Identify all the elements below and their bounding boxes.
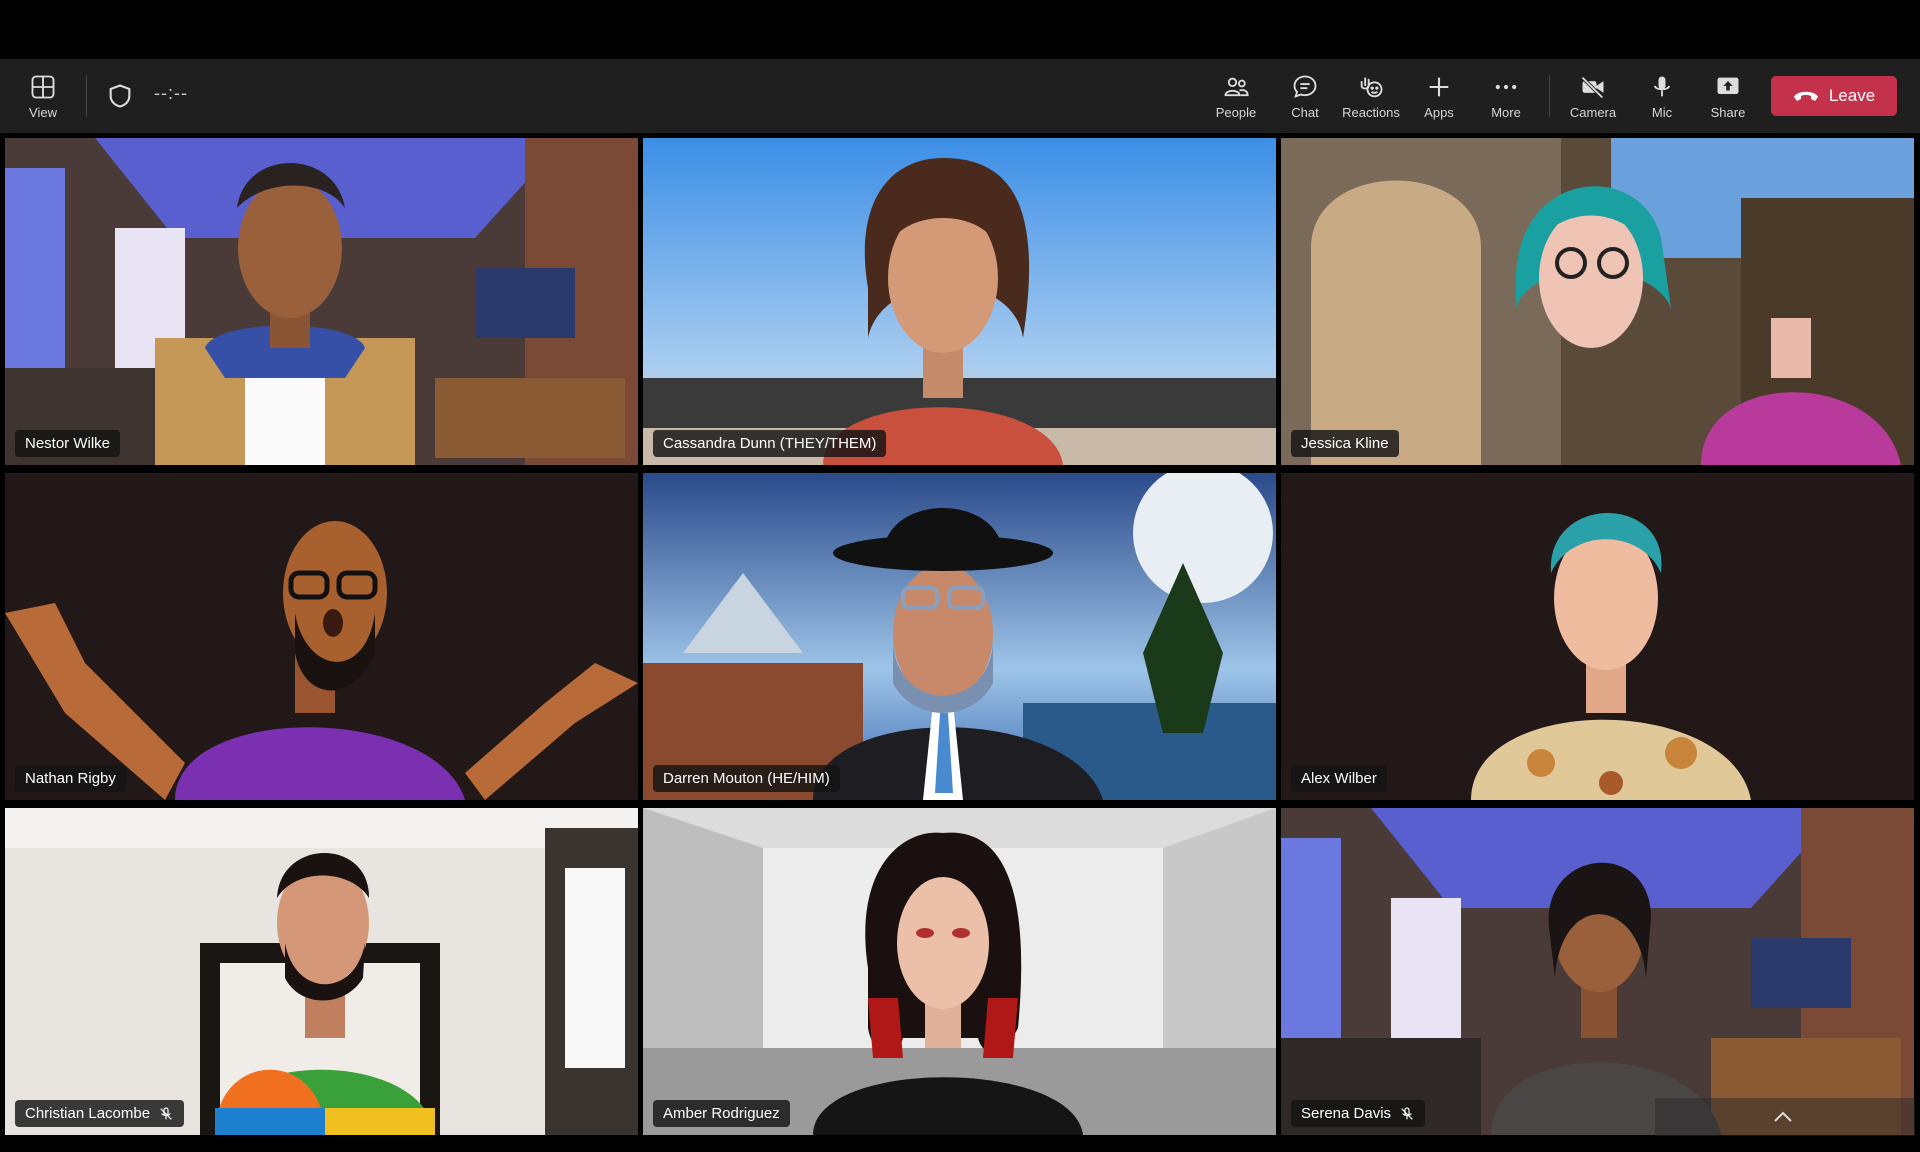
participant-video xyxy=(643,808,1276,1135)
participant-video xyxy=(643,138,1276,465)
chevron-up-icon[interactable] xyxy=(1772,1110,1794,1124)
participant-tile-alex-wilber[interactable]: Alex Wilber xyxy=(1281,473,1914,800)
participant-name-chip: Nestor Wilke xyxy=(15,430,121,457)
chat-label: Chat xyxy=(1291,104,1319,120)
mic-off-icon xyxy=(1401,1106,1413,1120)
chat-button[interactable]: Chat xyxy=(1280,59,1330,133)
grid-view-icon xyxy=(31,75,55,98)
meeting-timer: --:-- xyxy=(154,83,188,103)
participant-name: Nathan Rigby xyxy=(25,770,116,787)
participant-tile-serena-davis[interactable]: Serena Davis xyxy=(1281,808,1914,1135)
participant-video xyxy=(5,473,638,800)
apps-button[interactable]: Apps xyxy=(1414,59,1464,133)
participant-name-chip: Christian Lacombe xyxy=(15,1100,185,1127)
hang-up-icon xyxy=(1793,91,1818,101)
participant-name: Christian Lacombe xyxy=(25,1105,151,1122)
share-label: Share xyxy=(1710,104,1746,120)
participant-tile-cassandra-dunn[interactable]: Cassandra Dunn (THEY/THEM) xyxy=(643,138,1276,465)
participant-tile-darren-mouton[interactable]: Darren Mouton (HE/HIM) xyxy=(643,473,1276,800)
participant-tile-nathan-rigby[interactable]: Nathan Rigby xyxy=(5,473,638,800)
participant-name-chip: Jessica Kline xyxy=(1291,430,1399,457)
mic-label: Mic xyxy=(1651,104,1673,120)
participant-video xyxy=(1281,138,1914,465)
reactions-label: Reactions xyxy=(1342,104,1400,120)
participant-video xyxy=(1281,808,1914,1135)
camera-off-icon xyxy=(1581,75,1604,99)
plus-icon xyxy=(1429,77,1449,96)
microphone-icon xyxy=(1654,76,1670,96)
more-label: More xyxy=(1491,104,1521,120)
leave-button[interactable]: Leave xyxy=(1771,76,1897,116)
participant-name: Amber Rodriguez xyxy=(663,1105,780,1122)
participant-name-chip: Amber Rodriguez xyxy=(653,1100,790,1127)
participant-tile-nestor-wilke[interactable]: Nestor Wilke xyxy=(5,138,638,465)
mic-off-icon xyxy=(160,1106,172,1120)
people-button[interactable]: People xyxy=(1211,59,1261,133)
reactions-button[interactable]: Reactions xyxy=(1341,59,1401,133)
toolbar-divider xyxy=(86,75,87,117)
participant-name-chip: Darren Mouton (HE/HIM) xyxy=(653,765,840,792)
participant-tile-jessica-kline[interactable]: Jessica Kline xyxy=(1281,138,1914,465)
more-icon xyxy=(1495,84,1517,89)
chat-icon xyxy=(1293,75,1317,98)
camera-button[interactable]: Camera xyxy=(1568,59,1618,133)
participant-name: Jessica Kline xyxy=(1301,435,1389,452)
toolbar-divider xyxy=(1549,75,1550,117)
reactions-icon xyxy=(1360,77,1383,97)
view-button[interactable]: View xyxy=(18,59,68,133)
more-button[interactable]: More xyxy=(1481,59,1531,133)
view-label: View xyxy=(29,104,57,120)
participant-name: Cassandra Dunn (THEY/THEM) xyxy=(663,435,877,452)
share-button[interactable]: Share xyxy=(1703,59,1753,133)
participant-video xyxy=(643,473,1276,800)
mic-button[interactable]: Mic xyxy=(1637,59,1687,133)
participant-tile-christian-lacombe[interactable]: Christian Lacombe xyxy=(5,808,638,1135)
people-label: People xyxy=(1215,104,1257,120)
participant-name-chip: Serena Davis xyxy=(1291,1100,1426,1127)
participant-video xyxy=(1281,473,1914,800)
leave-label: Leave xyxy=(1828,86,1876,105)
participant-video xyxy=(5,138,638,465)
people-icon xyxy=(1224,77,1249,96)
shield-icon xyxy=(109,84,131,108)
participant-name-chip: Cassandra Dunn (THEY/THEM) xyxy=(653,430,887,457)
participant-name: Darren Mouton (HE/HIM) xyxy=(663,770,830,787)
video-grid: Nestor Wilke Cassandra Dunn (THEY/THEM) xyxy=(5,138,1915,1136)
participant-name-chip: Alex Wilber xyxy=(1291,765,1387,792)
participant-video xyxy=(5,808,638,1135)
share-screen-icon xyxy=(1717,77,1739,94)
apps-label: Apps xyxy=(1424,104,1454,120)
meeting-toolbar: View --:-- People Chat Reactions Apps Mo… xyxy=(0,59,1920,133)
participant-name: Nestor Wilke xyxy=(25,435,111,452)
participant-name-chip: Nathan Rigby xyxy=(15,765,126,792)
camera-label: Camera xyxy=(1569,104,1617,120)
participant-tile-amber-rodriguez[interactable]: Amber Rodriguez xyxy=(643,808,1276,1135)
participant-name: Alex Wilber xyxy=(1301,770,1377,787)
participant-name: Serena Davis xyxy=(1301,1105,1392,1122)
